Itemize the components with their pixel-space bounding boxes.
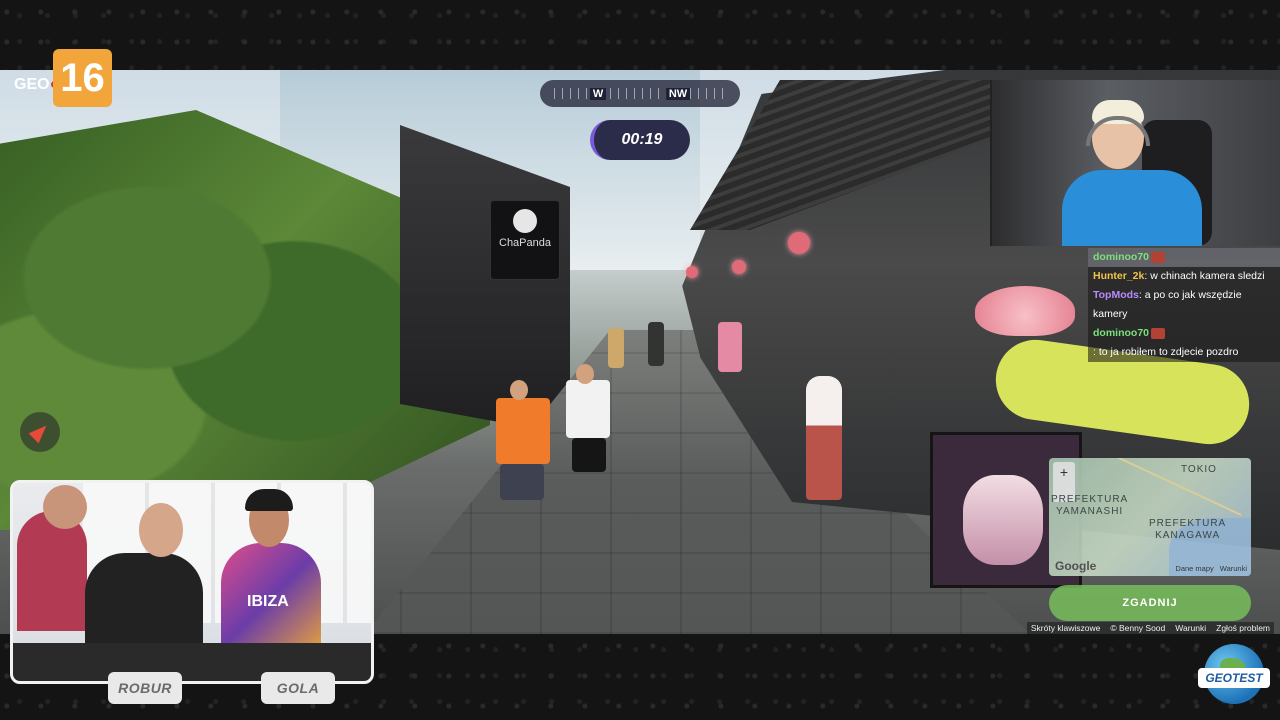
compass-needle-icon <box>28 420 52 444</box>
hosts-webcam: IBIZA <box>10 480 374 684</box>
shirt-text: IBIZA <box>247 593 289 610</box>
shop-sign-text: ChaPanda <box>499 237 551 249</box>
host-center <box>85 553 203 653</box>
host-left-head <box>43 485 87 529</box>
round-timer: 00:19 <box>590 120 690 160</box>
chat-message: : to ja robiłem to zdjecie pozdro <box>1088 343 1280 362</box>
guess-button[interactable]: ZGADNIJ <box>1049 585 1251 621</box>
chat-emote-icon <box>1151 251 1166 263</box>
red-lantern <box>686 266 698 278</box>
pedestrian-head <box>576 364 594 384</box>
guess-minimap[interactable]: + TOKIO PREFEKTURA YAMANASHI PREFEKTURA … <box>1049 458 1251 576</box>
streamer-body <box>1062 170 1202 246</box>
map-label-kanagawa: PREFEKTURA KANAGAWA <box>1149 518 1227 541</box>
pedestrian-legs <box>500 464 544 500</box>
episode-number: 16 <box>53 49 112 107</box>
host-center-head <box>139 503 183 557</box>
pedestrian <box>608 328 624 368</box>
streetview-attribution: Skróty klawiszowe © Benny Sood Warunki Z… <box>1026 622 1274 634</box>
chat-message: dominoo70 <box>1088 248 1280 267</box>
terms-link[interactable]: Warunki <box>1175 623 1206 633</box>
map-label-yamanashi: PREFEKTURA YAMANASHI <box>1051 494 1129 517</box>
chat-username[interactable]: TopMods <box>1093 289 1139 301</box>
compass-ticks <box>554 88 726 99</box>
map-label-tokio: TOKIO <box>1181 464 1217 475</box>
geotest-text: GEOTEST <box>1198 668 1270 688</box>
google-logo: Google <box>1055 559 1097 573</box>
streamer-webcam <box>990 80 1280 246</box>
pedestrian <box>496 398 550 464</box>
geo-episode-logo: GEO● 16 <box>14 48 114 108</box>
pedestrian <box>566 380 610 438</box>
map-footer: Dane mapy Warunki <box>1175 564 1247 573</box>
chat-username[interactable]: dominoo70 <box>1093 251 1149 263</box>
geotest-logo: GEOTEST <box>1198 644 1270 710</box>
panda-logo-icon <box>513 209 537 233</box>
compass-direction-nw: NW <box>665 87 691 100</box>
pedestrian-legs <box>572 438 606 472</box>
chat-text: : to ja robiłem to zdjecie pozdro <box>1093 346 1239 358</box>
host-name-tag-robur: ROBUR <box>108 672 182 704</box>
chat-message: TopMods: a po co jak wszędzie kamery <box>1088 286 1280 324</box>
pedestrian-head <box>510 380 528 400</box>
compass-heading-bar: W NW <box>540 80 740 107</box>
poster-illustration <box>963 475 1043 565</box>
chat-username[interactable]: dominoo70 <box>1093 327 1149 339</box>
lotus-decoration <box>975 286 1075 336</box>
compass-button[interactable] <box>20 412 60 452</box>
chat-message: dominoo70 <box>1088 324 1280 343</box>
logo-prefix: GEO <box>14 76 50 93</box>
pedestrian <box>718 322 742 372</box>
chat-panel: dominoo70 Hunter_2k: w chinach kamera sle… <box>1088 248 1280 362</box>
compass-direction-w: W <box>589 87 607 100</box>
copyright-text: © Benny Sood <box>1110 623 1166 633</box>
red-lantern <box>732 260 746 274</box>
top-frame-border <box>0 0 1280 70</box>
red-lantern <box>788 232 810 254</box>
pedestrian <box>648 322 664 366</box>
chat-username[interactable]: Hunter_2k <box>1093 270 1144 282</box>
chat-message: Hunter_2k: w chinach kamera sledzi <box>1088 267 1280 286</box>
shop-sign: ChaPanda <box>490 200 560 280</box>
chat-text: : w chinach kamera sledzi <box>1144 270 1265 282</box>
host-left <box>17 511 87 631</box>
chat-emote-icon <box>1151 327 1166 339</box>
keyboard-shortcuts-link[interactable]: Skróty klawiszowe <box>1031 623 1100 633</box>
host-name-tag-gola: GOLA <box>261 672 335 704</box>
map-terms-link[interactable]: Warunki <box>1220 564 1247 573</box>
host-right-cap <box>245 489 293 511</box>
mannequin <box>806 376 842 500</box>
map-data-link[interactable]: Dane mapy <box>1175 564 1213 573</box>
report-problem-link[interactable]: Zgłoś problem <box>1216 623 1270 633</box>
